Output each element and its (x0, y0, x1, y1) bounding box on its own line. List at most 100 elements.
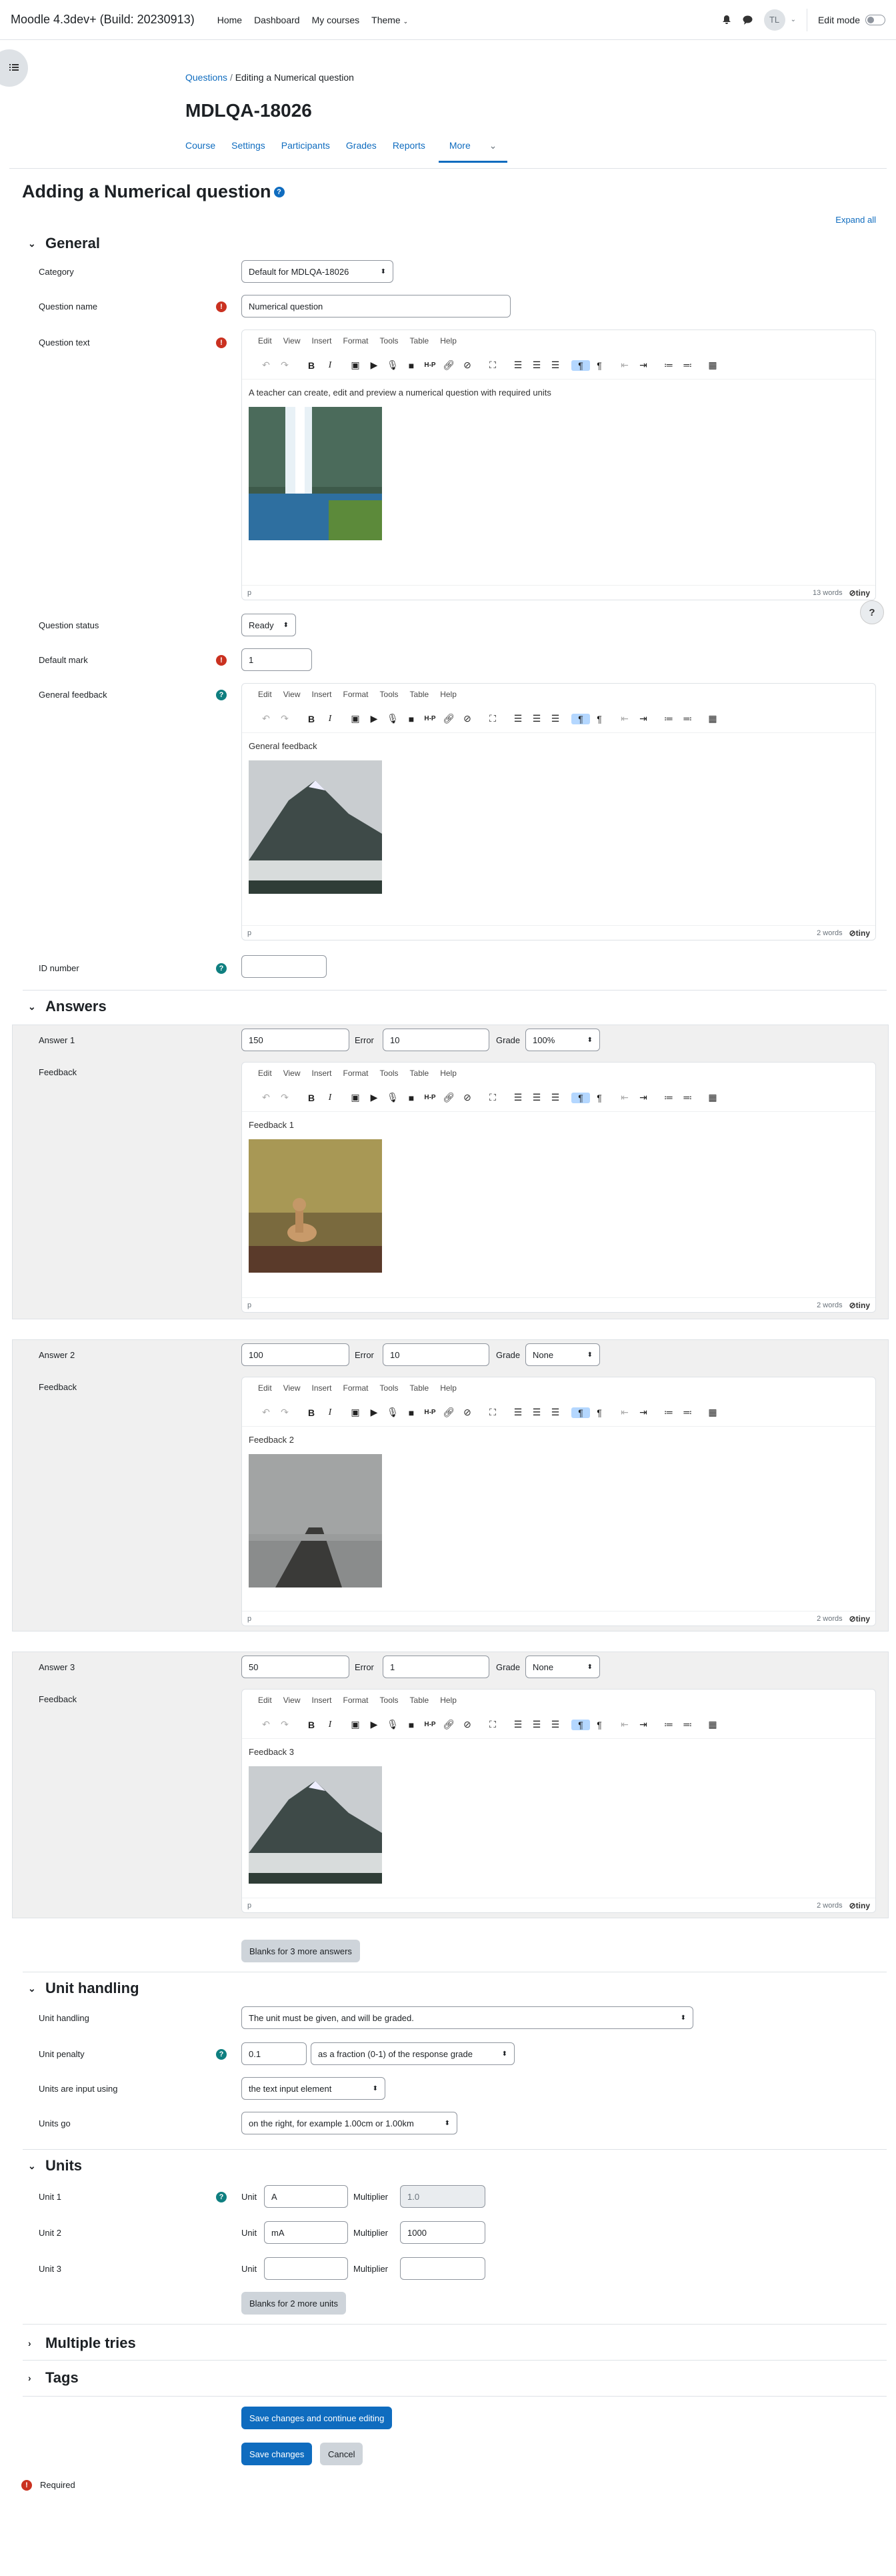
menu-insert[interactable]: Insert (311, 690, 331, 699)
redo-icon[interactable]: ↷ (275, 713, 294, 724)
menu-insert[interactable]: Insert (311, 1069, 331, 1078)
align-left-icon[interactable]: ☰ (509, 360, 527, 371)
menu-table[interactable]: Table (410, 336, 429, 346)
menu-help[interactable]: Help (440, 1383, 457, 1393)
align-left-icon[interactable]: ☰ (509, 713, 527, 724)
undo-icon[interactable]: ↶ (257, 1719, 275, 1730)
menu-format[interactable]: Format (343, 1383, 369, 1393)
general-feedback-editor[interactable]: Edit View Insert Format Tools Table Help ↶ ↷ B I ▣… (241, 683, 876, 940)
category-select[interactable]: Default for MDLQA-18026 (241, 260, 393, 283)
unit-handling-select[interactable]: The unit must be given, and will be grad… (241, 2006, 693, 2029)
outdent-icon[interactable]: ⇤ (615, 1407, 634, 1418)
toggle-switch[interactable] (865, 14, 885, 25)
unlink-icon[interactable]: ⊘ (458, 1719, 477, 1730)
chevron-down-icon[interactable]: ⌄ (791, 16, 796, 23)
h5p-icon[interactable]: H-P (421, 1409, 439, 1416)
menu-table[interactable]: Table (410, 1696, 429, 1705)
rtl-icon[interactable]: ¶ (590, 1720, 609, 1730)
equation-icon[interactable]: ▦ (703, 1092, 722, 1103)
units-go-select[interactable]: on the right, for example 1.00cm or 1.00… (241, 2112, 457, 2134)
menu-edit[interactable]: Edit (258, 336, 272, 346)
outdent-icon[interactable]: ⇤ (615, 713, 634, 724)
italic-icon[interactable]: I (321, 1720, 339, 1730)
tab-course[interactable]: Course (185, 133, 223, 163)
media-icon[interactable]: ▶ (365, 1092, 383, 1103)
menu-edit[interactable]: Edit (258, 1696, 272, 1705)
ltr-icon[interactable]: ¶ (571, 1092, 590, 1103)
menu-tools[interactable]: Tools (380, 1383, 399, 1393)
ltr-icon[interactable]: ¶ (571, 1407, 590, 1418)
outdent-icon[interactable]: ⇤ (615, 360, 634, 371)
tab-grades[interactable]: Grades (346, 133, 385, 163)
site-brand[interactable]: Moodle 4.3dev+ (Build: 20230913) (11, 13, 195, 27)
editor-content[interactable]: A teacher can create, edit and preview a… (242, 380, 875, 550)
redo-icon[interactable]: ↷ (275, 1719, 294, 1730)
menu-edit[interactable]: Edit (258, 1069, 272, 1078)
section-tags-header[interactable]: › Tags (28, 2369, 79, 2387)
link-icon[interactable]: 🔗︎ (439, 1407, 458, 1418)
unit-input[interactable]: mA (264, 2221, 348, 2244)
link-icon[interactable]: 🔗︎ (439, 360, 458, 371)
video-icon[interactable]: ■ (402, 360, 421, 371)
rtl-icon[interactable]: ¶ (590, 714, 609, 724)
align-right-icon[interactable]: ☰ (546, 1407, 565, 1418)
default-mark-input[interactable]: 1 (241, 648, 312, 671)
redo-icon[interactable]: ↷ (275, 1407, 294, 1418)
nav-my-courses[interactable]: My courses (312, 15, 360, 25)
numbered-list-icon[interactable]: ≕ (678, 1407, 697, 1418)
italic-icon[interactable]: I (321, 1407, 339, 1418)
equation-icon[interactable]: ▦ (703, 1407, 722, 1418)
tab-participants[interactable]: Participants (281, 133, 338, 163)
menu-insert[interactable]: Insert (311, 336, 331, 346)
section-unit-handling-header[interactable]: ⌄ Unit handling (28, 1980, 139, 1997)
bold-icon[interactable]: B (302, 1720, 321, 1730)
grade-select[interactable]: None (525, 1656, 600, 1678)
redo-icon[interactable]: ↷ (275, 1092, 294, 1103)
indent-icon[interactable]: ⇥ (634, 1407, 653, 1418)
unlink-icon[interactable]: ⊘ (458, 360, 477, 371)
align-center-icon[interactable]: ☰ (527, 1407, 546, 1418)
fullscreen-icon[interactable]: ⛶ (483, 1407, 502, 1418)
align-left-icon[interactable]: ☰ (509, 1719, 527, 1730)
answer-feedback-editor[interactable]: Edit View Insert Format Tools Table Help ↶ ↷ B I ▣… (241, 1062, 876, 1313)
save-button[interactable]: Save changes (241, 2443, 313, 2465)
link-icon[interactable]: 🔗︎ (439, 1719, 458, 1730)
italic-icon[interactable]: I (321, 360, 339, 371)
indent-icon[interactable]: ⇥ (634, 360, 653, 371)
units-input-select[interactable]: the text input element (241, 2077, 385, 2100)
section-general-header[interactable]: ⌄ General (28, 235, 100, 252)
image-icon[interactable]: ▣ (346, 713, 365, 724)
menu-view[interactable]: View (283, 336, 301, 346)
indent-icon[interactable]: ⇥ (634, 1719, 653, 1730)
menu-tools[interactable]: Tools (380, 336, 399, 346)
id-number-input[interactable] (241, 955, 327, 978)
h5p-icon[interactable]: H-P (421, 362, 439, 369)
answer-input[interactable]: 150 (241, 1029, 349, 1051)
bullet-list-icon[interactable]: ≔ (659, 1092, 678, 1103)
menu-table[interactable]: Table (410, 1069, 429, 1078)
image-icon[interactable]: ▣ (346, 1407, 365, 1418)
menu-tools[interactable]: Tools (380, 1069, 399, 1078)
error-input[interactable]: 1 (383, 1656, 489, 1678)
answer-feedback-editor[interactable]: Edit View Insert Format Tools Table Help ↶ ↷ B I ▣… (241, 1689, 876, 1913)
unlink-icon[interactable]: ⊘ (458, 1092, 477, 1103)
video-icon[interactable]: ■ (402, 1407, 421, 1418)
avatar[interactable]: TL (763, 9, 785, 31)
microphone-icon[interactable]: 🎙︎ (383, 1407, 402, 1418)
h5p-icon[interactable]: H-P (421, 1721, 439, 1728)
unit-input[interactable] (264, 2257, 348, 2280)
menu-view[interactable]: View (283, 690, 301, 699)
microphone-icon[interactable]: 🎙︎ (383, 360, 402, 371)
align-right-icon[interactable]: ☰ (546, 360, 565, 371)
menu-table[interactable]: Table (410, 690, 429, 699)
unit-input[interactable]: A (264, 2185, 348, 2208)
nav-theme[interactable]: Theme ⌄ (371, 15, 408, 25)
menu-help[interactable]: Help (440, 1696, 457, 1705)
help-icon[interactable]: ? (216, 2049, 227, 2060)
tab-more[interactable]: More ⌄ (438, 133, 508, 163)
answer-input[interactable]: 50 (241, 1656, 349, 1678)
equation-icon[interactable]: ▦ (703, 1719, 722, 1730)
fullscreen-icon[interactable]: ⛶ (483, 1092, 502, 1103)
expand-all-link[interactable]: Expand all (835, 215, 876, 225)
indent-icon[interactable]: ⇥ (634, 1092, 653, 1103)
